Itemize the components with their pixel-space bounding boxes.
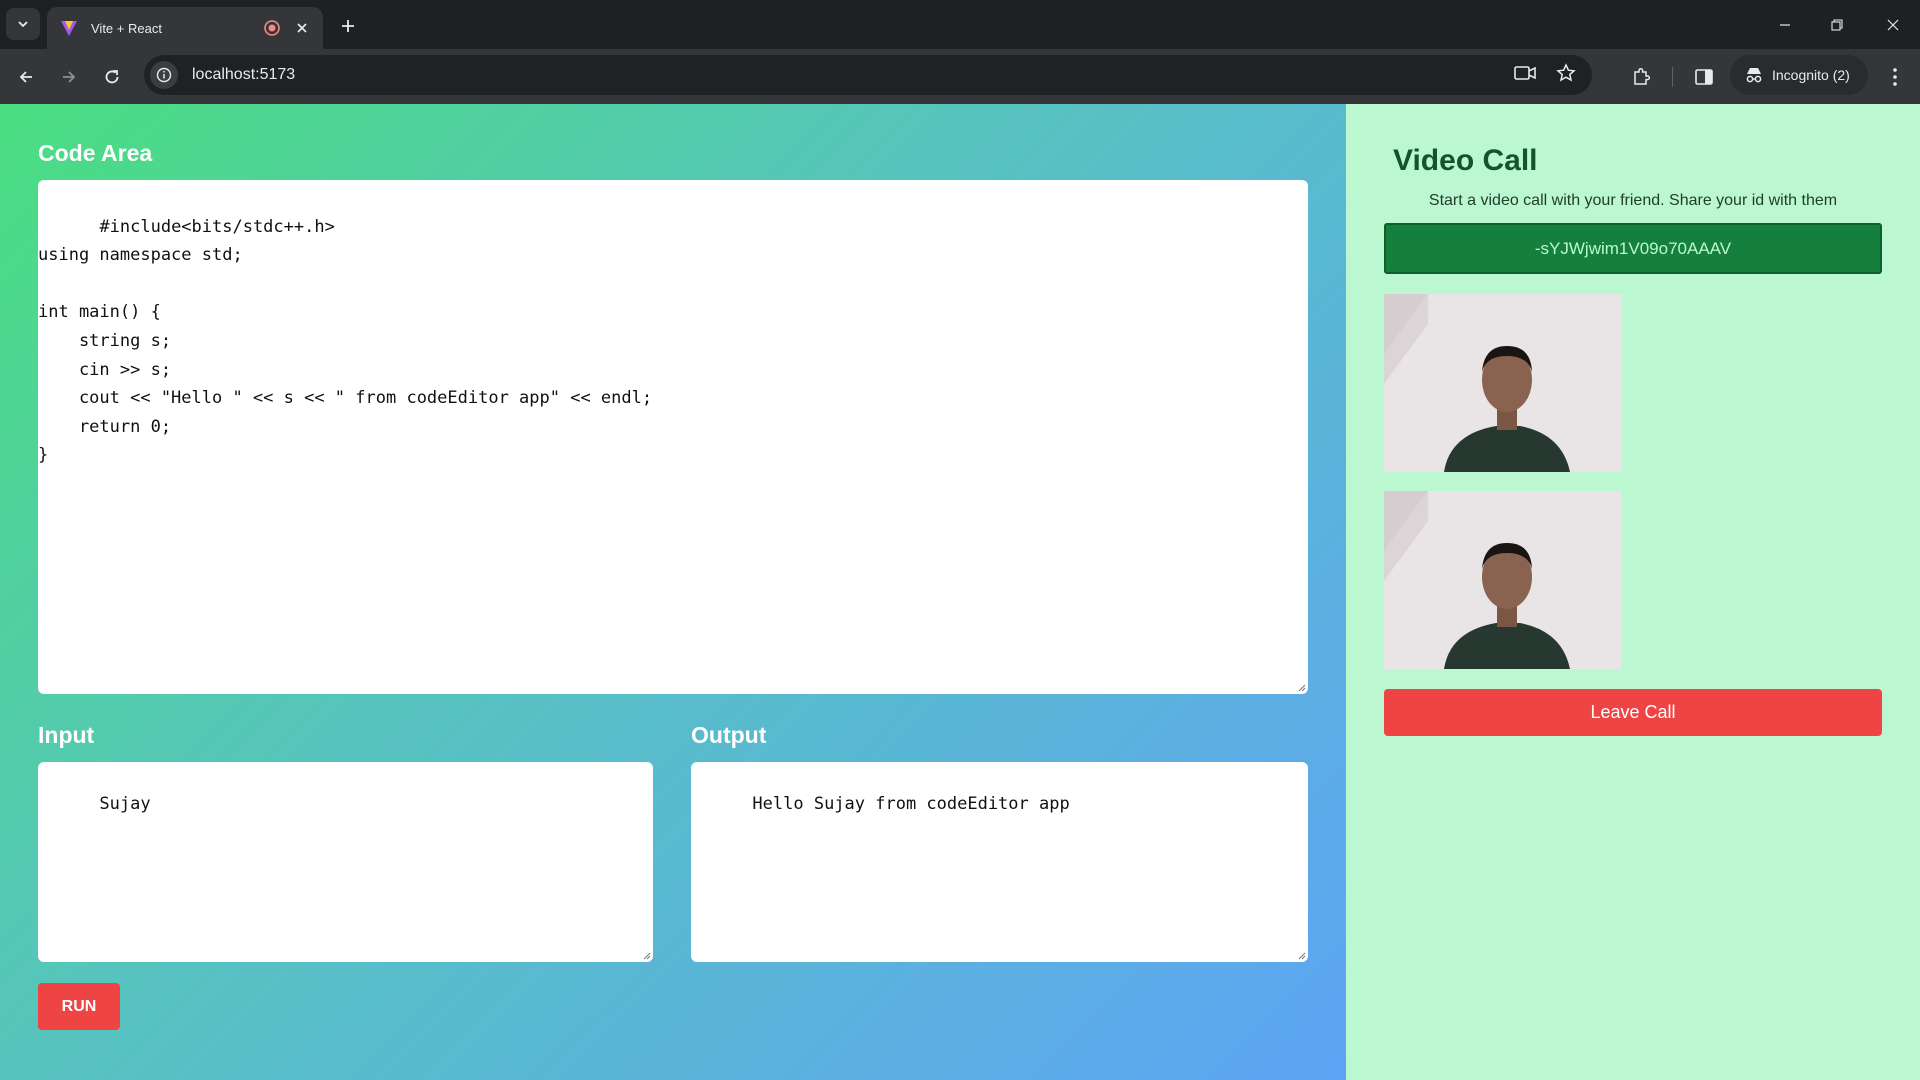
remote-video [1384, 491, 1622, 669]
chevron-down-icon [18, 21, 28, 28]
video-call-title: Video Call [1393, 144, 1538, 177]
new-tab-button[interactable] [333, 11, 363, 41]
tab-close-icon[interactable] [293, 19, 311, 37]
arrow-left-icon [19, 71, 32, 83]
browser-tab-active[interactable]: Vite + React [47, 7, 323, 49]
incognito-button[interactable]: Incognito (2) [1730, 55, 1868, 95]
side-panel-icon [1695, 69, 1713, 85]
browser-tab-strip: Vite + React [0, 0, 1920, 49]
arrow-right-icon [63, 71, 76, 83]
local-video [1384, 294, 1622, 472]
camera-in-use-icon[interactable] [1514, 65, 1536, 86]
leave-call-button[interactable]: Leave Call [1384, 689, 1882, 736]
side-panel-button[interactable] [1687, 60, 1721, 94]
restore-icon [1831, 19, 1843, 31]
bookmark-star-icon[interactable] [1556, 62, 1576, 88]
code-content: #include<bits/stdc++.h> using namespace … [38, 216, 653, 466]
more-vertical-icon [1893, 68, 1897, 86]
minimize-icon [1780, 24, 1790, 26]
tab-search-button[interactable] [6, 8, 40, 40]
toolbar-separator [1672, 67, 1673, 87]
site-info-icon[interactable] [150, 61, 178, 89]
reload-icon [105, 70, 119, 84]
restore-button[interactable] [1814, 10, 1860, 40]
vite-logo-icon [59, 18, 79, 38]
browser-menu-button[interactable] [1878, 60, 1912, 94]
code-editor-textarea[interactable]: #include<bits/stdc++.h> using namespace … [38, 180, 1308, 694]
peer-id-display[interactable]: -sYJWjwim1V09o70AAAV [1384, 223, 1882, 274]
reload-button[interactable] [95, 60, 129, 94]
page-viewport: Code Area #include<bits/stdc++.h> using … [0, 104, 1920, 1080]
video-call-subtitle: Start a video call with your friend. Sha… [1428, 192, 1838, 209]
forward-button[interactable] [52, 60, 86, 94]
puzzle-icon [1634, 67, 1651, 85]
run-button[interactable]: RUN [38, 983, 120, 1030]
input-textarea[interactable]: Sujay [38, 762, 653, 962]
output-value: Hello Sujay from codeEditor app [752, 794, 1070, 814]
video-call-panel: Video Call Start a video call with your … [1346, 104, 1920, 1080]
output-title: Output [691, 722, 767, 748]
back-button[interactable] [9, 60, 43, 94]
tab-title: Vite + React [91, 20, 162, 36]
minimize-button[interactable] [1762, 10, 1808, 40]
recording-indicator-icon [263, 19, 281, 37]
plus-icon [342, 20, 354, 32]
incognito-label: Incognito (2) [1772, 67, 1850, 83]
resize-handle-icon[interactable] [1296, 950, 1306, 960]
code-area-title: Code Area [38, 140, 153, 166]
input-title: Input [38, 722, 95, 748]
extensions-button[interactable] [1624, 60, 1658, 94]
resize-handle-icon[interactable] [641, 950, 651, 960]
incognito-icon [1746, 68, 1762, 83]
address-bar[interactable]: localhost:5173 [144, 55, 1592, 95]
browser-toolbar: localhost:5173 Incognito (2) [0, 49, 1920, 104]
close-icon [1887, 19, 1899, 31]
resize-handle-icon[interactable] [1296, 682, 1306, 692]
url-text: localhost:5173 [192, 66, 296, 83]
close-window-button[interactable] [1870, 10, 1916, 40]
editor-panel: Code Area #include<bits/stdc++.h> using … [0, 104, 1346, 1080]
input-value: Sujay [99, 794, 151, 814]
output-textarea[interactable]: Hello Sujay from codeEditor app [691, 762, 1308, 962]
